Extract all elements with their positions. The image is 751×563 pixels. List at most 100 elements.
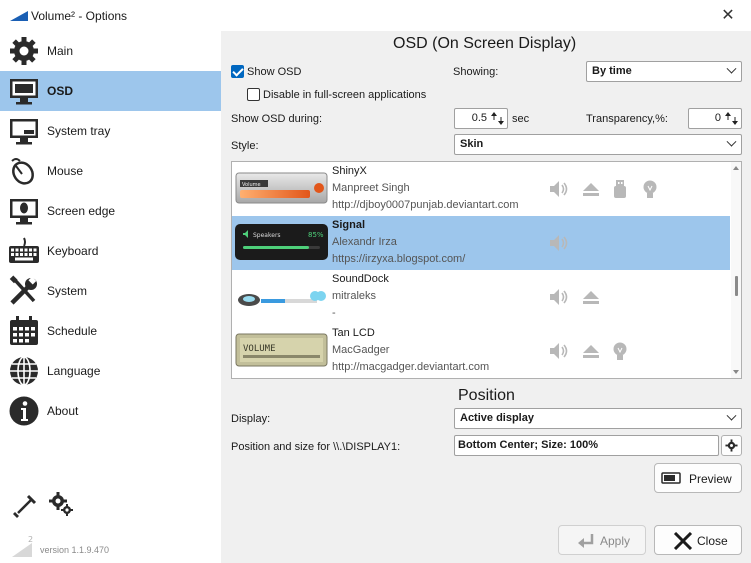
show-osd-checkbox[interactable]: [231, 65, 244, 78]
sidebar-item-mouse[interactable]: Mouse: [0, 151, 221, 191]
skin-author: Manpreet Singh: [332, 182, 410, 194]
bulb-icon: [643, 180, 657, 198]
skin-row-sounddock[interactable]: SoundDock mitraleks -: [232, 270, 730, 324]
eject-icon: [583, 183, 599, 196]
sidebar-item-label: System tray: [47, 124, 111, 138]
skin-preview-image: VOLUME: [235, 333, 328, 367]
sidebar-item-language[interactable]: Language: [0, 351, 221, 391]
sidebar-item-label: Language: [47, 364, 101, 378]
scroll-down-icon[interactable]: [733, 370, 739, 374]
sidebar-item-about[interactable]: About: [0, 391, 221, 431]
close-button[interactable]: Close: [654, 525, 742, 555]
skin-preview-image: Volume: [235, 172, 328, 204]
eject-icon: [583, 291, 599, 304]
svg-text:Volume: Volume: [242, 182, 261, 188]
osd-section-title: OSD (On Screen Display): [393, 35, 577, 52]
usb-icon: [614, 180, 626, 198]
showing-dropdown[interactable]: By time: [586, 61, 742, 82]
skin-list-scrollbar[interactable]: [731, 162, 741, 378]
sidebar-item-system[interactable]: System: [0, 271, 221, 311]
chevron-down-icon: [726, 63, 737, 74]
settings-gears-icon[interactable]: [48, 491, 74, 517]
skin-row-shinyx[interactable]: Volume ShinyX Manpreet Singh http://djbo…: [232, 162, 730, 216]
version-label: version 1.1.9.470: [40, 545, 110, 555]
window-close-button[interactable]: ✕: [719, 6, 737, 24]
monitor-icon: [10, 79, 38, 105]
keyboard-icon: [9, 237, 39, 263]
calendar-icon: [10, 316, 38, 345]
broom-icon[interactable]: [12, 493, 38, 519]
skin-list[interactable]: Volume ShinyX Manpreet Singh http://djbo…: [231, 161, 742, 379]
skin-row-tan-lcd[interactable]: VOLUME Tan LCD MacGadger http://macgadge…: [232, 324, 730, 378]
svg-text:2: 2: [28, 535, 33, 544]
skin-row-signal[interactable]: Speakers 85% Signal Alexandr Irza https:…: [232, 216, 730, 270]
sidebar-item-screen-edge[interactable]: Screen edge: [0, 191, 221, 231]
chevron-down-icon: [726, 410, 737, 421]
position-section-title: Position: [458, 387, 515, 404]
sidebar-item-label: Screen edge: [47, 204, 116, 218]
tray-icon: [10, 119, 38, 145]
skin-url: http://djboy0007punjab.deviantart.com: [332, 199, 519, 211]
apply-icon: [578, 534, 594, 548]
skin-name: ShinyX: [332, 165, 367, 177]
sidebar-item-label: Mouse: [47, 164, 84, 178]
apply-button-label: Apply: [600, 534, 631, 548]
scroll-up-icon[interactable]: [733, 166, 739, 170]
sidebar: Main OSD System tray Mouse Screen edge K…: [0, 31, 221, 563]
skin-url: -: [332, 307, 336, 319]
skin-name: Signal: [332, 219, 366, 231]
apply-button[interactable]: Apply: [558, 525, 646, 555]
skin-name: SoundDock: [332, 273, 389, 285]
eject-icon: [583, 345, 599, 358]
preview-monitor-icon: [661, 472, 681, 484]
skin-url: https://irzyxa.blogspot.com/: [332, 253, 466, 265]
sidebar-item-main[interactable]: Main: [0, 31, 221, 71]
close-icon: [673, 532, 693, 550]
preview-button-label: Preview: [689, 472, 732, 486]
screen-edge-icon: [10, 199, 38, 225]
sidebar-item-label: Main: [47, 44, 74, 58]
speaker-icon: [550, 289, 568, 305]
spin-arrows-icon[interactable]: [724, 111, 739, 126]
mouse-icon: [11, 158, 34, 185]
skin-preview-image: Speakers 85%: [235, 224, 328, 260]
skin-url: http://macgadger.deviantart.com: [332, 361, 490, 373]
style-label: Style:: [231, 140, 259, 152]
tools-icon: [9, 275, 37, 305]
osd-settings-panel: OSD (On Screen Display) Show OSD Disable…: [221, 31, 751, 563]
disable-fullscreen-checkbox[interactable]: [247, 88, 260, 101]
show-during-value: 0.5: [471, 112, 487, 124]
position-settings-button[interactable]: [721, 435, 742, 456]
skin-author: Alexandr Irza: [332, 236, 397, 248]
style-value: Skin: [460, 138, 484, 150]
skin-preview-label: VOLUME: [243, 344, 276, 354]
sidebar-item-schedule[interactable]: Schedule: [0, 311, 221, 351]
skin-name: Tan LCD: [332, 327, 375, 339]
transparency-value: 0: [714, 112, 721, 124]
show-during-label: Show OSD during:: [231, 113, 323, 125]
globe-icon: [10, 356, 38, 386]
sidebar-item-label: OSD: [47, 84, 74, 98]
speaker-icon: [550, 343, 568, 359]
display-label: Display:: [231, 413, 271, 425]
preview-button[interactable]: Preview: [654, 463, 742, 493]
style-dropdown[interactable]: Skin: [454, 134, 742, 155]
sidebar-item-osd[interactable]: OSD: [0, 71, 221, 111]
display-dropdown[interactable]: Active display: [454, 408, 742, 429]
speaker-icon: [550, 181, 568, 197]
sidebar-item-label: System: [47, 284, 88, 298]
show-during-spinner[interactable]: 0.5: [454, 108, 508, 129]
bulb-icon: [613, 342, 627, 360]
chevron-down-icon: [726, 136, 737, 147]
skin-preview-image: [238, 291, 326, 306]
position-size-label: Position and size for \\.\DISPLAY1:: [231, 441, 401, 453]
spin-arrows-icon[interactable]: [490, 111, 505, 126]
show-osd-label: Show OSD: [247, 66, 302, 78]
transparency-spinner[interactable]: 0: [688, 108, 742, 129]
transparency-label: Transparency,%:: [586, 113, 668, 125]
sidebar-item-system-tray[interactable]: System tray: [0, 111, 221, 151]
sidebar-item-keyboard[interactable]: Keyboard: [0, 231, 221, 271]
skin-author: mitraleks: [332, 290, 377, 302]
position-size-field[interactable]: Bottom Center; Size: 100%: [454, 435, 719, 456]
scrollbar-thumb[interactable]: [735, 276, 738, 296]
